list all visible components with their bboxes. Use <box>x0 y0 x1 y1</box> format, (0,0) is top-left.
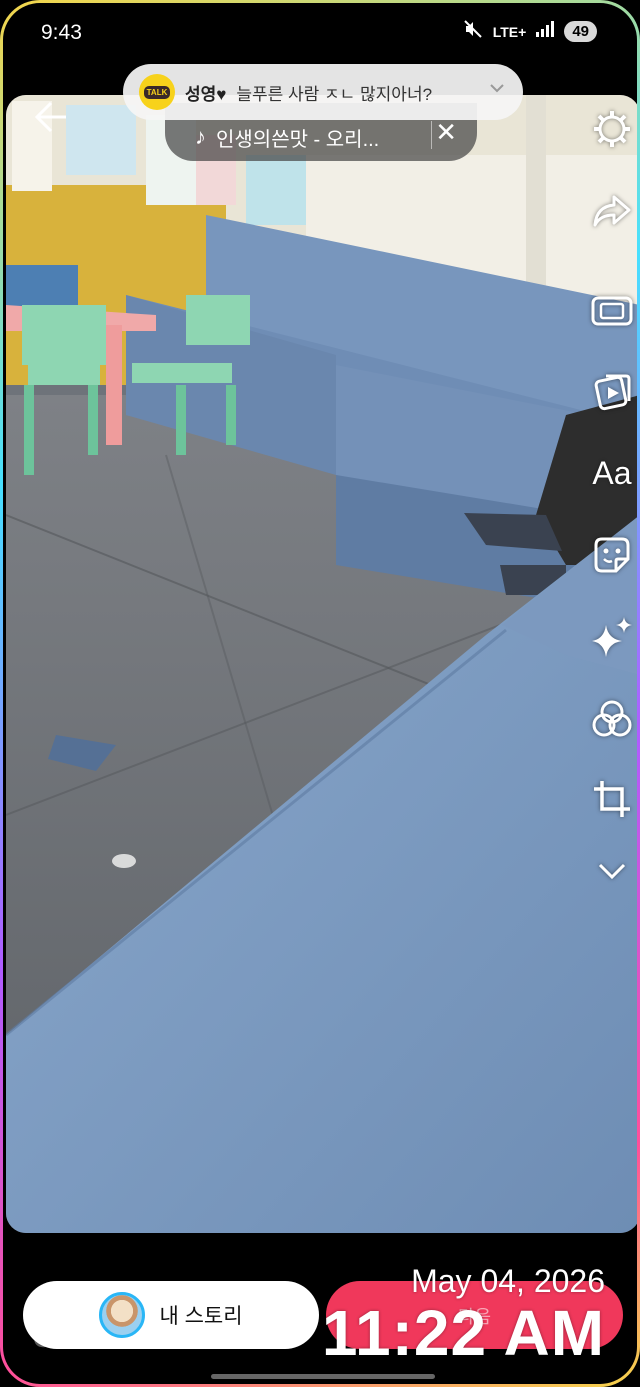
home-indicator[interactable] <box>211 1374 435 1379</box>
arrow-left-icon <box>34 101 66 133</box>
kakaotalk-notification[interactable]: TALK 성영♥ 늘푸른 사람 ㅈㄴ 많지아너? <box>123 64 523 120</box>
share-forward-button[interactable] <box>590 189 634 233</box>
music-divider <box>431 121 432 149</box>
music-note-icon: ♪ <box>195 124 206 149</box>
story-photo[interactable] <box>6 95 637 1233</box>
expand-chevron-icon[interactable] <box>489 78 505 99</box>
more-tools-button[interactable] <box>590 849 634 893</box>
time-sticker[interactable]: 11:22 AM <box>322 1296 605 1370</box>
sticker-button[interactable] <box>590 533 634 577</box>
resize-button[interactable] <box>590 289 634 333</box>
avatar <box>99 1292 146 1338</box>
crop-button[interactable] <box>590 777 634 821</box>
back-button[interactable] <box>33 99 73 139</box>
photo-scene <box>6 95 637 1233</box>
phone-frame: 9:43 LTE+ 49 TALK 성영♥ 늘푸른 사람 ㅈㄴ 많지아너? ♪ … <box>0 0 640 1387</box>
mute-icon <box>463 19 483 44</box>
notification-sender: 성영♥ <box>185 84 227 104</box>
status-bar: 9:43 LTE+ 49 <box>3 3 637 65</box>
signal-icon <box>536 21 555 42</box>
settings-button[interactable] <box>590 107 634 151</box>
notification-message: 늘푸른 사람 ㅈㄴ 많지아너? <box>236 84 433 104</box>
media-button[interactable] <box>590 369 634 413</box>
chevron-down-icon <box>598 863 626 880</box>
status-time: 9:43 <box>41 21 82 44</box>
share-arrow-icon <box>593 195 631 227</box>
settings-icon <box>594 111 630 147</box>
my-story-button[interactable]: 내 스토리 <box>23 1281 319 1349</box>
battery-level: 49 <box>564 21 597 42</box>
kakaotalk-icon: TALK <box>139 74 175 110</box>
status-icons: LTE+ 49 <box>463 19 597 44</box>
close-icon[interactable]: ✕ <box>435 117 457 148</box>
text-tool-button[interactable]: Aa <box>590 451 634 495</box>
media-icon <box>594 374 631 411</box>
filter-button[interactable] <box>590 697 634 741</box>
sticker-icon <box>594 537 630 573</box>
music-title: 인생의쓴맛 - 오리... <box>216 128 380 151</box>
network-type: LTE+ <box>492 23 527 40</box>
text-icon: Aa <box>592 454 632 491</box>
filter-icon <box>592 700 632 737</box>
effects-button[interactable] <box>590 615 634 659</box>
effects-sparkle-icon <box>592 617 632 657</box>
crop-icon <box>594 781 630 817</box>
date-sticker[interactable]: May 04, 2026 <box>411 1263 605 1300</box>
my-story-label: 내 스토리 <box>159 1305 243 1328</box>
resize-icon <box>591 296 633 326</box>
